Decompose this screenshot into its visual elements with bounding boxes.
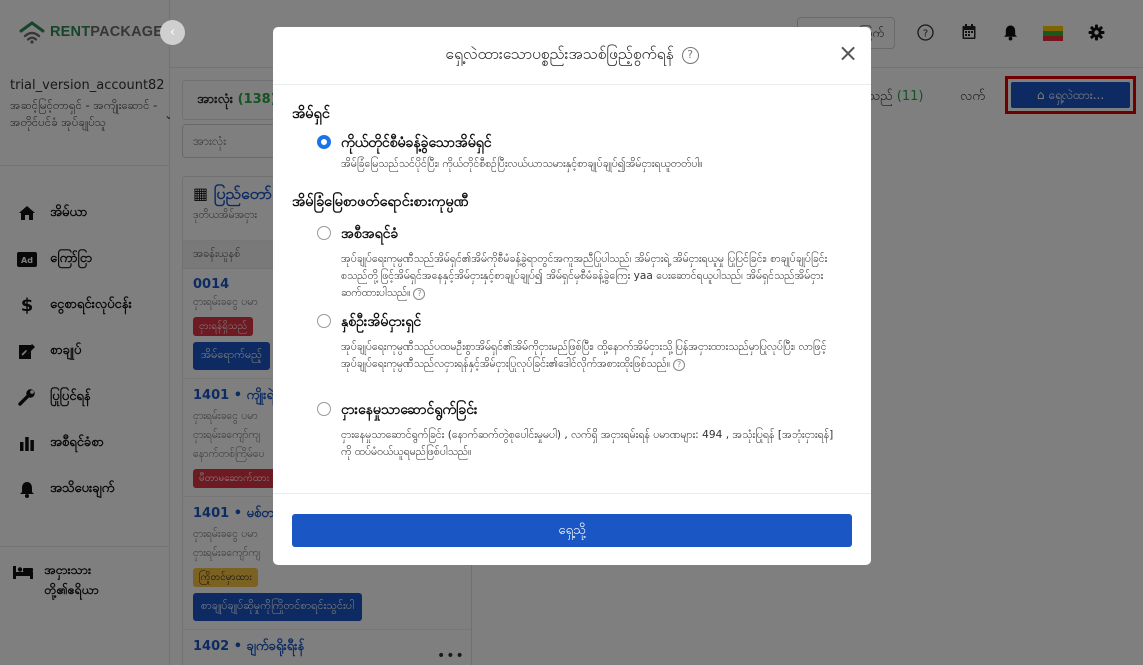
option-title: အစီအရင်ခံ <box>341 226 399 242</box>
option-self-managed-owner[interactable]: ကိုယ်တိုင်စီမံခန့်ခွဲသောအိမ်ရှင် အိမ်ခြံ… <box>317 133 837 173</box>
option-description: အုပ်ချုပ်ရေးကုမ္ပဏီသည်အိမ်ရှင်၏အိမ်ကိုစီ… <box>341 251 837 302</box>
section-agency-label: အိမ်ခြံမြေစာဖတ်ရောင်းစားကုမ္ပဏီ <box>292 194 469 210</box>
radio-unselected[interactable] <box>317 226 331 240</box>
option-sublease[interactable]: နှစ်ဦးအိမ်ငှားရှင် အုပ်ချုပ်ရေးကုမ္ပဏီသည… <box>317 312 837 373</box>
help-icon[interactable]: ? <box>673 359 686 371</box>
close-icon[interactable]: × <box>838 41 858 65</box>
next-button[interactable]: ရှေ့သို့ <box>292 514 852 547</box>
help-icon[interactable]: ? <box>413 288 426 300</box>
section-owner-label: အိမ်ရှင် <box>292 106 330 122</box>
add-rental-modal: ရှေ့လဲထားသောပစ္စည်းအသစ်ဖြည့်စွက်ရန်? × အ… <box>273 27 871 565</box>
collapse-sidebar-button[interactable]: ‹ <box>160 20 185 45</box>
radio-unselected[interactable] <box>317 314 331 328</box>
option-description: အုပ်ချုပ်ရေးကုမ္ပဏီသည်ပထမဦးစွာအိမ်ရှင်၏အ… <box>341 339 837 373</box>
radio-selected[interactable] <box>317 135 331 149</box>
modal-title: ရှေ့လဲထားသောပစ္စည်းအသစ်ဖြည့်စွက်ရန် <box>445 45 674 63</box>
option-agent[interactable]: အစီအရင်ခံ အုပ်ချုပ်ရေးကုမ္ပဏီသည်အိမ်ရှင်… <box>317 224 837 302</box>
option-description-text: အုပ်ချုပ်ရေးကုမ္ပဏီသည်ပထမဦးစွာအိမ်ရှင်၏အ… <box>341 341 827 370</box>
option-title: ငှားနေမှုသာဆောင်ရွက်ခြင်း <box>341 402 478 418</box>
option-title: နှစ်ဦးအိမ်ငှားရှင် <box>341 314 422 330</box>
option-description: အိမ်ခြံမြေသည်သင်ပိုင်ပြီး၊ ကိုယ်တိုင်စီစ… <box>341 158 703 170</box>
option-description: ငှားနေမှုသာဆောင်ရွက်ခြင်း (နောက်ဆက်တွဲစု… <box>341 429 834 458</box>
modal-header: ရှေ့လဲထားသောပစ္စည်းအသစ်ဖြည့်စွက်ရန်? × <box>273 27 871 85</box>
modal-title-row: ရှေ့လဲထားသောပစ္စည်းအသစ်ဖြည့်စွက်ရန်? <box>273 44 871 67</box>
option-rental-only[interactable]: ငှားနေမှုသာဆောင်ရွက်ခြင်း ငှားနေမှုသာဆော… <box>317 400 837 461</box>
modal-footer: ရှေ့သို့ <box>273 493 871 565</box>
option-title: ကိုယ်တိုင်စီမံခန့်ခွဲသောအိမ်ရှင် <box>341 135 492 151</box>
help-icon[interactable]: ? <box>681 47 699 64</box>
radio-unselected[interactable] <box>317 402 331 416</box>
